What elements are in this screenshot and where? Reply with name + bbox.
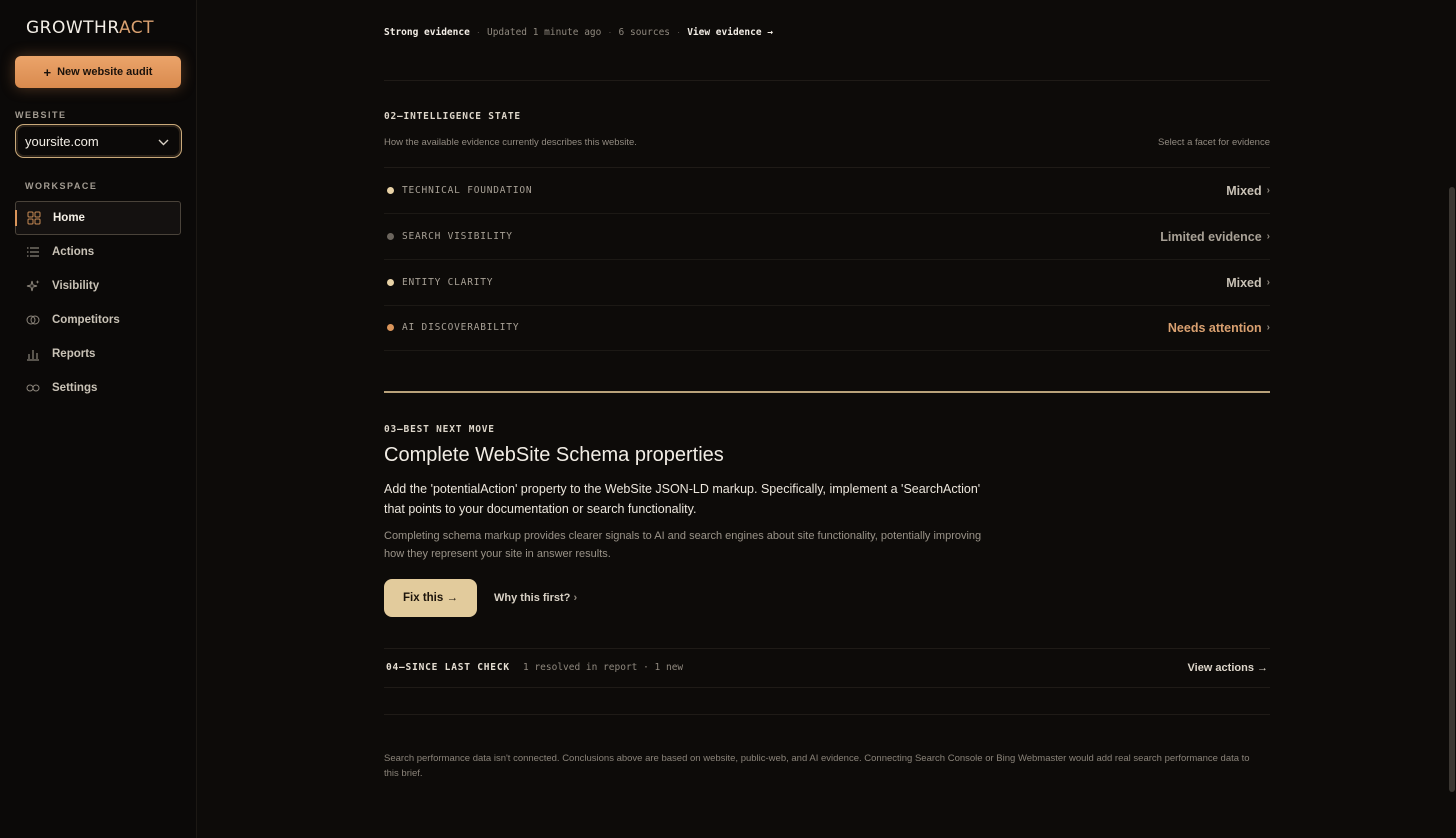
move-description: Add the 'potentialAction' property to th…: [384, 482, 981, 516]
list-icon: [26, 245, 40, 259]
best-next-move-title: 03—BEST NEXT MOVE: [384, 424, 495, 435]
sidebar-item-settings[interactable]: Settings: [15, 371, 181, 405]
sidebar-item-label: Visibility: [52, 280, 100, 292]
facet-status: Needs attention: [1167, 320, 1262, 335]
website-select-value: yoursite.com: [25, 133, 99, 149]
why-this-first-link[interactable]: Why this first? ›: [494, 592, 577, 604]
scrollbar[interactable]: [1449, 187, 1455, 792]
facet-row-ai-discoverability[interactable]: AI DISCOVERABILITY Needs attention ›: [384, 305, 1270, 351]
status-dot: [387, 324, 394, 331]
intelligence-state-title: 02—INTELLIGENCE STATE: [384, 111, 521, 122]
section-rule: [384, 391, 1270, 393]
chevron-right-icon: ›: [1266, 185, 1270, 196]
sidebar-item-visibility[interactable]: Visibility: [15, 269, 181, 303]
website-select[interactable]: yoursite.com: [15, 124, 182, 158]
facet-status: Mixed: [1226, 275, 1262, 290]
data-connection-footnote: Search performance data isn't connected.…: [384, 753, 1250, 779]
sidebar-item-label: Settings: [52, 382, 98, 394]
infinity-icon: [26, 381, 40, 395]
chevron-right-icon: ›: [1266, 322, 1270, 333]
intelligence-state-subtitle: How the available evidence currently des…: [384, 137, 637, 148]
chevron-right-icon: ›: [573, 592, 578, 604]
divider: [384, 80, 1270, 81]
sidebar-item-competitors[interactable]: Competitors: [15, 303, 181, 337]
move-note: Completing schema markup provides cleare…: [384, 530, 982, 560]
facet-name: AI DISCOVERABILITY: [402, 322, 520, 333]
sparkle-icon: [26, 279, 40, 293]
evidence-summary: Strong evidence · Updated 1 minute ago · 6 s…: [384, 27, 773, 38]
workspace-label: WORKSPACE: [25, 181, 98, 191]
facet-name: TECHNICAL FOUNDATION: [402, 185, 533, 196]
why-this-first-label: Why this first?: [494, 592, 571, 604]
sidebar-item-home[interactable]: Home: [15, 201, 181, 235]
divider: [384, 714, 1270, 715]
chevron-down-icon: [158, 134, 169, 149]
brand-name-accent: ACT: [118, 18, 155, 38]
facet-status: Mixed: [1226, 183, 1262, 198]
chevron-right-icon: ›: [1266, 231, 1270, 242]
website-label: WEBSITE: [15, 110, 67, 120]
view-evidence-link[interactable]: View evidence →: [687, 27, 773, 38]
status-dot: [387, 279, 394, 286]
fix-this-button[interactable]: Fix this →: [384, 579, 477, 617]
since-last-check-detail: 1 resolved in report · 1 new: [523, 662, 684, 673]
facet-row-search-visibility[interactable]: SEARCH VISIBILITY Limited evidence ›: [384, 214, 1270, 260]
facet-row-entity-clarity[interactable]: ENTITY CLARITY Mixed ›: [384, 260, 1270, 306]
sidebar-nav: Home Actions Visibility Competitors Repo…: [15, 201, 181, 405]
since-last-check-title: 04—SINCE LAST CHECK: [386, 662, 510, 673]
since-last-check-row: 04—SINCE LAST CHECK 1 resolved in report…: [384, 648, 1270, 688]
sidebar-item-reports[interactable]: Reports: [15, 337, 181, 371]
brand-logo[interactable]: GROWTHRACT: [26, 18, 154, 38]
chevron-right-icon: ›: [1266, 277, 1270, 288]
sidebar-item-label: Home: [53, 212, 85, 224]
evidence-updated: Updated 1 minute ago: [486, 27, 602, 38]
sidebar-item-label: Reports: [52, 348, 96, 360]
facet-name: SEARCH VISIBILITY: [402, 231, 513, 242]
facet-name: ENTITY CLARITY: [402, 277, 494, 288]
facet-row-technical-foundation[interactable]: TECHNICAL FOUNDATION Mixed ›: [384, 168, 1270, 214]
fix-this-label: Fix this →: [403, 592, 458, 604]
new-website-audit-button[interactable]: + New website audit: [15, 56, 181, 88]
plus-icon: +: [43, 64, 52, 80]
brand-name: GROWTHR: [26, 18, 119, 38]
overlap-circles-icon: [26, 313, 40, 327]
new-audit-label: New website audit: [57, 66, 153, 78]
sidebar-item-actions[interactable]: Actions: [15, 235, 181, 269]
move-headline: Complete WebSite Schema properties: [384, 444, 724, 466]
bar-chart-icon: [26, 347, 40, 361]
evidence-sources: 6 sources: [618, 27, 671, 38]
sidebar: GROWTHRACT + New website audit WEBSITE y…: [0, 0, 197, 838]
sidebar-item-label: Actions: [52, 246, 95, 258]
status-dot: [387, 187, 394, 194]
facet-status: Limited evidence: [1160, 229, 1262, 244]
status-dot: [387, 233, 394, 240]
view-actions-link[interactable]: View actions →: [1188, 662, 1269, 674]
evidence-strength: Strong evidence: [384, 27, 470, 38]
grid-icon: [27, 211, 41, 225]
facet-hint: Select a facet for evidence: [1158, 137, 1270, 148]
sidebar-item-label: Competitors: [52, 314, 120, 326]
